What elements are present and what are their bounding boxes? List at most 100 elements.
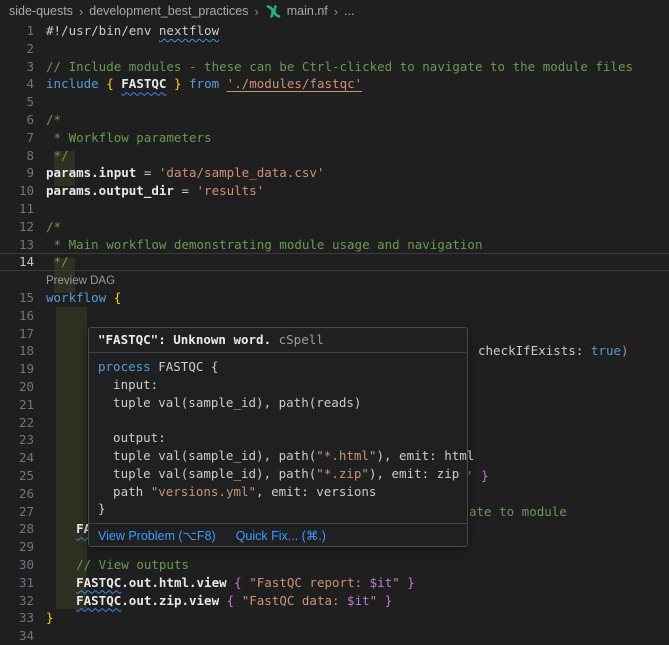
code-token: } bbox=[98, 501, 106, 516]
code-line[interactable]: 3 // Include modules - these can be Ctrl-… bbox=[0, 58, 669, 76]
code-text: include { FASTQC } from './modules/fastq… bbox=[46, 75, 669, 93]
line-number[interactable]: 10 bbox=[0, 182, 34, 200]
line-number[interactable]: 12 bbox=[0, 218, 34, 236]
code-line[interactable]: 31 FASTQC.out.html.view { "FastQC report… bbox=[0, 574, 669, 592]
code-token: " bbox=[392, 575, 400, 590]
code-fragment: ' } bbox=[466, 467, 489, 485]
line-number[interactable]: 27 bbox=[0, 503, 34, 521]
code-line[interactable]: 6/* bbox=[0, 111, 669, 129]
code-line[interactable]: 7 * Workflow parameters bbox=[0, 129, 669, 147]
code-line[interactable]: 4 include { FASTQC } from './modules/fast… bbox=[0, 75, 669, 93]
breadcrumb-item-side-quests[interactable]: side-quests bbox=[9, 4, 73, 18]
line-number[interactable]: 30 bbox=[0, 556, 34, 574]
code-line[interactable]: 1#!/usr/bin/env nextflow bbox=[0, 22, 669, 40]
line-number[interactable]: 14 bbox=[0, 254, 34, 270]
line-number[interactable]: 26 bbox=[0, 485, 34, 503]
line-number[interactable]: 13 bbox=[0, 236, 34, 254]
codelens-preview-dag[interactable]: Preview DAG bbox=[46, 275, 115, 287]
breadcrumb-item-symbol-ellipsis[interactable]: ... bbox=[344, 4, 354, 18]
hover-code-line: path "versions.yml", emit: versions bbox=[98, 483, 458, 501]
line-number[interactable]: 4 bbox=[0, 75, 34, 93]
line-number[interactable]: 15 bbox=[0, 289, 34, 307]
code-token: = bbox=[174, 183, 197, 198]
quick-fix-link[interactable]: Quick Fix... (⌘.) bbox=[236, 528, 326, 543]
code-token: tuple val(sample_id), path( bbox=[98, 448, 316, 463]
line-number[interactable]: 5 bbox=[0, 93, 34, 111]
line-number[interactable]: 6 bbox=[0, 111, 34, 129]
code-text: // Include modules - these can be Ctrl-c… bbox=[46, 58, 669, 76]
line-number[interactable]: 18 bbox=[0, 342, 34, 360]
line-number[interactable]: 16 bbox=[0, 307, 34, 325]
code-fragment: checkIfExists: true) bbox=[478, 342, 629, 360]
hover-code-line: tuple val(sample_id), path("*.zip"), emi… bbox=[98, 465, 458, 483]
code-token: output: bbox=[98, 430, 166, 445]
code-text: process FASTQC { bbox=[98, 359, 218, 374]
code-token: 'data/sample_data.csv' bbox=[159, 165, 325, 180]
view-problem-link[interactable]: View Problem (⌥F8) bbox=[98, 528, 216, 543]
breadcrumb-item-folder[interactable]: development_best_practices bbox=[89, 4, 248, 18]
code-token: } bbox=[481, 468, 489, 483]
code-line[interactable]: 11 bbox=[0, 200, 669, 218]
code-token: */ bbox=[46, 148, 69, 163]
line-number[interactable]: 31 bbox=[0, 574, 34, 592]
code-token: from bbox=[189, 76, 219, 91]
codelens-row[interactable]: Preview DAG bbox=[0, 271, 669, 289]
code-line[interactable]: 15workflow { bbox=[0, 289, 669, 307]
code-token: fastqc bbox=[309, 76, 354, 91]
code-line[interactable]: 13 * Main workflow demonstrating module … bbox=[0, 236, 669, 254]
code-line[interactable]: 8 */ bbox=[0, 147, 669, 165]
code-text: path "versions.yml", emit: versions bbox=[98, 484, 376, 499]
line-number[interactable]: 22 bbox=[0, 414, 34, 432]
code-token: // Include modules - these can be Ctrl-c… bbox=[46, 59, 633, 74]
code-text: // View outputs bbox=[46, 556, 669, 574]
code-token: FASTQC bbox=[76, 575, 121, 590]
hover-code-line: } bbox=[98, 500, 458, 518]
hover-code-line: output: bbox=[98, 429, 458, 447]
code-line[interactable]: 10 params.output_dir = 'results' bbox=[0, 182, 669, 200]
code-token: } bbox=[385, 593, 393, 608]
code-line[interactable]: 9params.input = 'data/sample_data.csv' bbox=[0, 164, 669, 182]
code-line[interactable]: 14 */ bbox=[0, 253, 669, 271]
line-number[interactable]: 29 bbox=[0, 538, 34, 556]
code-token bbox=[474, 468, 482, 483]
code-text: } bbox=[98, 501, 106, 516]
code-line[interactable]: 2 bbox=[0, 40, 669, 58]
line-number[interactable]: 28 bbox=[0, 520, 34, 538]
line-number[interactable]: 9 bbox=[0, 164, 34, 182]
breadcrumb-separator: › bbox=[253, 4, 259, 19]
line-number[interactable]: 20 bbox=[0, 378, 34, 396]
code-line[interactable]: 32 FASTQC.out.zip.view { "FastQC data: $… bbox=[0, 592, 669, 610]
code-line[interactable]: 30 // View outputs bbox=[0, 556, 669, 574]
code-line[interactable]: 34 bbox=[0, 627, 669, 645]
line-number[interactable]: 3 bbox=[0, 58, 34, 76]
code-line[interactable]: 5 bbox=[0, 93, 669, 111]
line-number[interactable]: 32 bbox=[0, 592, 34, 610]
line-number[interactable]: 8 bbox=[0, 147, 34, 165]
line-number[interactable]: 7 bbox=[0, 129, 34, 147]
code-token: } bbox=[174, 76, 182, 91]
code-token: params.output_dir bbox=[46, 183, 174, 198]
line-number[interactable]: 21 bbox=[0, 396, 34, 414]
line-number[interactable]: 33 bbox=[0, 609, 34, 627]
breadcrumb-item-file[interactable]: main.nf bbox=[287, 4, 328, 18]
line-number[interactable]: 23 bbox=[0, 431, 34, 449]
line-number[interactable]: 19 bbox=[0, 360, 34, 378]
code-text: params.output_dir = 'results' bbox=[46, 182, 669, 200]
line-number[interactable]: 24 bbox=[0, 449, 34, 467]
code-token bbox=[46, 521, 76, 536]
code-line[interactable]: 33} bbox=[0, 609, 669, 627]
line-number[interactable]: 1 bbox=[0, 22, 34, 40]
code-token: ), emit: zip bbox=[369, 466, 459, 481]
code-token bbox=[377, 593, 385, 608]
line-number[interactable]: 11 bbox=[0, 200, 34, 218]
hover-actions-bar: View Problem (⌥F8) Quick Fix... (⌘.) bbox=[89, 523, 467, 546]
code-token: #!/usr/bin/env bbox=[46, 23, 159, 38]
line-number[interactable]: 17 bbox=[0, 325, 34, 343]
hover-code-line: tuple val(sample_id), path(reads) bbox=[98, 394, 458, 412]
code-line[interactable]: 16 bbox=[0, 307, 669, 325]
code-line[interactable]: 12/* bbox=[0, 218, 669, 236]
line-number[interactable]: 34 bbox=[0, 627, 34, 645]
line-number[interactable]: 2 bbox=[0, 40, 34, 58]
code-token: $it bbox=[370, 575, 393, 590]
line-number[interactable]: 25 bbox=[0, 467, 34, 485]
